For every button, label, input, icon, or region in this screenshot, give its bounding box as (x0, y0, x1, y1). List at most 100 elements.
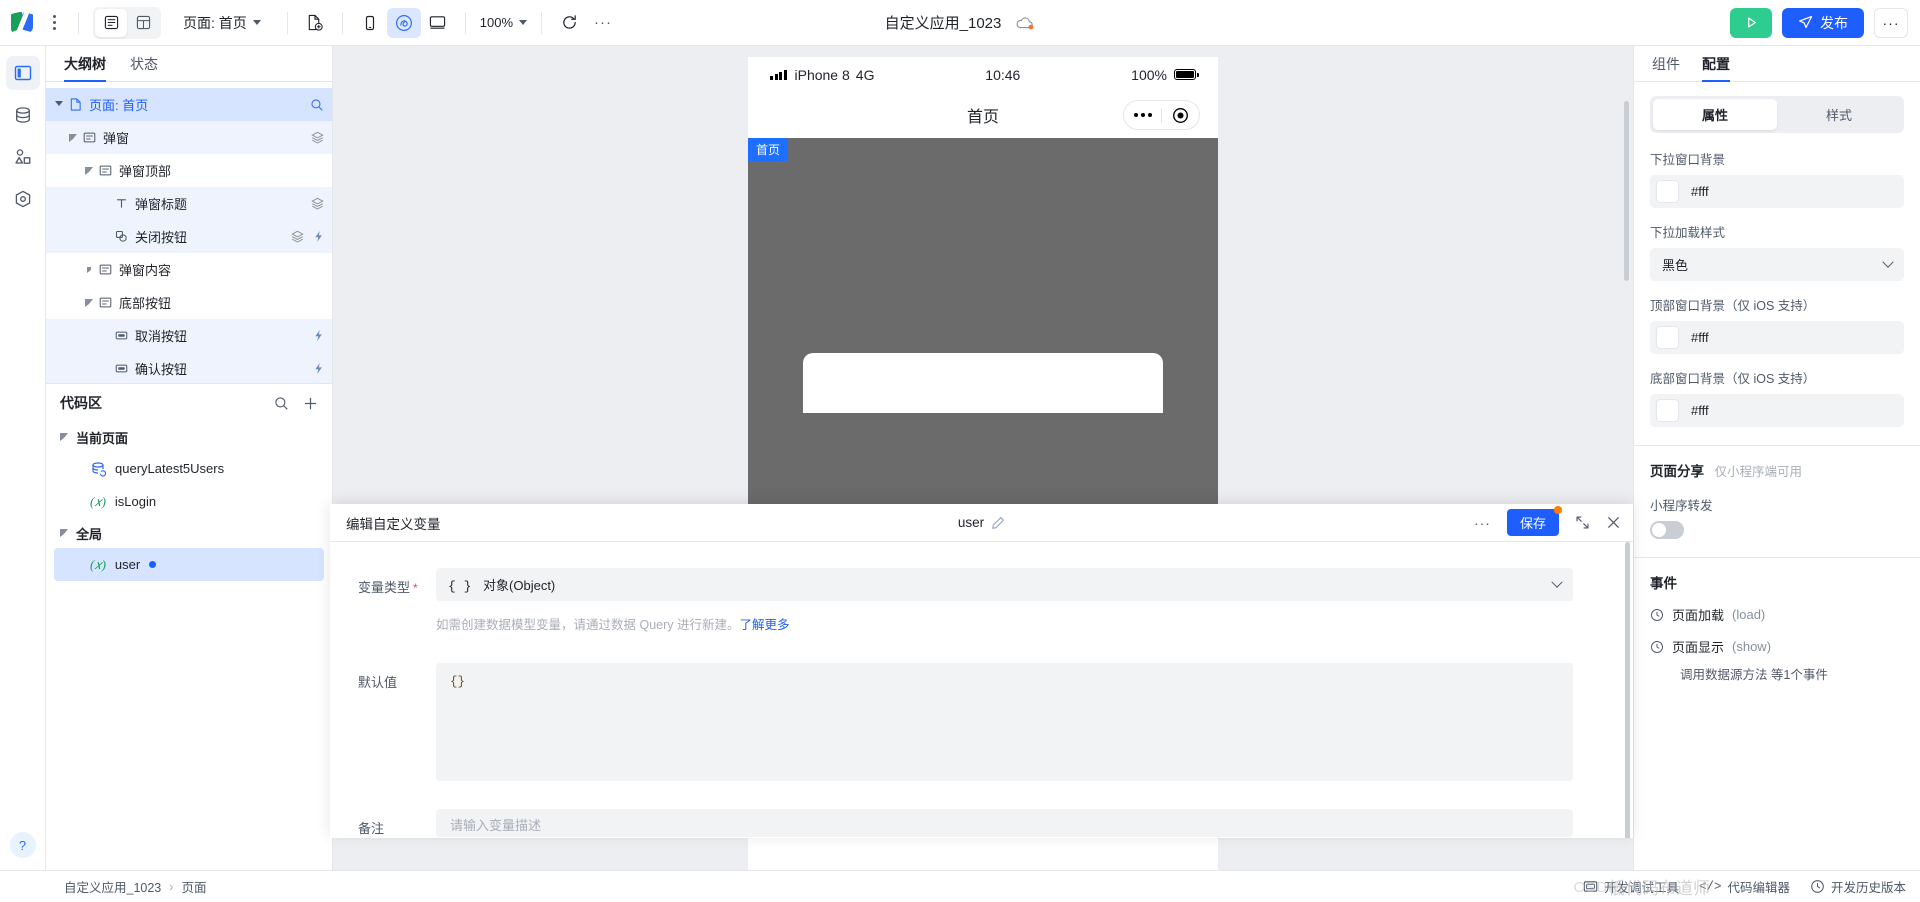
canvas-scrollbar[interactable] (1624, 101, 1629, 281)
page-selector[interactable]: 页面: 首页 (183, 13, 261, 33)
select-loading-style[interactable]: 黑色 (1650, 248, 1904, 281)
event-row-show[interactable]: 页面显示 (show) (1650, 637, 1904, 656)
save-button[interactable]: 保存 (1506, 506, 1562, 536)
tab-attributes[interactable]: 属性 (1653, 99, 1777, 130)
search-icon[interactable] (274, 396, 289, 411)
more-horizontal-icon[interactable]: ··· (586, 8, 620, 38)
chevron-right-icon[interactable] (82, 266, 96, 273)
color-field-dropdown-bg[interactable]: #fff (1650, 175, 1904, 208)
page-badge: 首页 (748, 138, 789, 161)
color-field-bottom-window-bg[interactable]: #fff (1650, 394, 1904, 427)
edit-pencil-icon[interactable] (991, 516, 1005, 530)
chevron-down-icon[interactable] (66, 133, 80, 142)
preview-run-button[interactable] (1730, 7, 1772, 38)
bolt-icon[interactable] (313, 329, 324, 342)
add-page-icon[interactable] (298, 8, 332, 38)
color-swatch[interactable] (1656, 180, 1679, 203)
tab-config[interactable]: 配置 (1702, 54, 1730, 82)
tree-node-footer-buttons[interactable]: 底部按钮 (46, 286, 332, 319)
bolt-icon[interactable] (313, 362, 324, 375)
field-label-top-window-bg: 顶部窗口背景（仅 iOS 支持） (1650, 299, 1816, 313)
layers-panel-icon[interactable] (5, 56, 40, 90)
mobile-device-icon[interactable] (353, 8, 387, 38)
button-icon (112, 329, 130, 342)
code-item-query[interactable]: queryLatest5Users (54, 452, 324, 485)
learn-more-link[interactable]: 了解更多 (740, 618, 790, 632)
grid-view-icon[interactable] (127, 9, 159, 37)
select-variable-type[interactable]: { } 对象(Object) (436, 568, 1573, 601)
code-item-user[interactable]: (𝑥) user (54, 548, 324, 581)
tree-search-icon[interactable] (310, 98, 324, 112)
settings-hex-icon[interactable] (6, 182, 40, 216)
list-view-icon[interactable] (95, 8, 127, 37)
event-name: 页面显示 (1672, 640, 1725, 655)
layers-icon[interactable] (291, 230, 304, 243)
breadcrumb: 自定义应用_1023 › 页面 (64, 877, 206, 896)
code-area-title: 代码区 (60, 395, 102, 411)
tree-node-popup-title[interactable]: 弹窗标题 (46, 187, 332, 220)
tab-components[interactable]: 组件 (1652, 54, 1680, 81)
tree-node-popup-top[interactable]: 弹窗顶部 (46, 154, 332, 187)
event-row-load[interactable]: 页面加载 (load) (1650, 605, 1904, 624)
tree-node-popup-content[interactable]: 弹窗内容 (46, 253, 332, 286)
color-value: #fff (1691, 330, 1709, 345)
more-horizontal-icon[interactable]: ··· (1474, 515, 1491, 531)
color-swatch[interactable] (1656, 399, 1679, 422)
help-button[interactable]: ? (9, 832, 36, 858)
color-field-top-window-bg[interactable]: #fff (1650, 321, 1904, 354)
publish-button[interactable]: 发布 (1782, 7, 1864, 38)
tree-node-label: 弹窗顶部 (119, 164, 172, 179)
capsule-more-icon[interactable] (1124, 113, 1161, 117)
divider (286, 11, 288, 34)
chevron-down-icon[interactable] (82, 166, 96, 175)
modal-scrollbar[interactable] (1625, 542, 1630, 838)
close-icon[interactable] (1606, 515, 1621, 530)
wechat-miniprogram-icon[interactable] (386, 7, 421, 38)
plus-icon[interactable] (303, 396, 318, 411)
top-toolbar: 页面: 首页 100% ··· 自定义应用_1023 发布 ··· (0, 0, 1920, 46)
database-icon[interactable] (6, 98, 40, 132)
chevron-down-icon (1882, 256, 1894, 268)
layers-icon[interactable] (311, 197, 324, 210)
tab-state[interactable]: 状态 (130, 54, 158, 81)
color-value: #fff (1691, 403, 1709, 418)
chevron-down-icon[interactable] (52, 100, 66, 109)
code-item-islogin[interactable]: (𝑥) isLogin (54, 485, 324, 518)
refresh-icon[interactable] (552, 8, 586, 38)
zoom-selector[interactable]: 100% (480, 15, 528, 30)
layers-icon[interactable] (311, 131, 324, 144)
tab-outline-tree[interactable]: 大纲树 (64, 54, 106, 82)
main-body: ? 大纲树 状态 页面: 首页 弹窗 弹窗顶部 弹窗标题 关闭按钮 弹窗内容 底… (0, 46, 1920, 870)
bolt-icon[interactable] (313, 230, 324, 243)
tab-styles[interactable]: 样式 (1777, 99, 1901, 130)
components-icon[interactable] (6, 140, 40, 174)
code-group-current-page[interactable]: 当前页面 (46, 422, 332, 452)
breadcrumb-page[interactable]: 页面 (181, 877, 206, 896)
tree-node-page[interactable]: 页面: 首页 (46, 88, 332, 121)
forward-toggle[interactable] (1650, 521, 1684, 539)
capsule-target-icon[interactable] (1162, 107, 1199, 124)
devtools-button[interactable]: 开发调试工具 (1583, 877, 1679, 896)
code-editor-button[interactable]: </> 代码编辑器 (1699, 877, 1790, 896)
code-group-global[interactable]: 全局 (46, 518, 332, 548)
tree-node-cancel-button[interactable]: 取消按钮 (46, 319, 332, 352)
divider (464, 11, 466, 34)
chevron-down-icon[interactable] (82, 298, 96, 307)
tree-node-popup[interactable]: 弹窗 (46, 121, 332, 154)
attribute-style-switch: 属性 样式 (1650, 96, 1904, 133)
history-button[interactable]: 开发历史版本 (1810, 877, 1906, 896)
app-menu-icon[interactable] (46, 15, 62, 30)
breadcrumb-app[interactable]: 自定义应用_1023 (64, 877, 161, 896)
tree-node-confirm-button[interactable]: 确认按钮 (46, 352, 332, 383)
event-sub-label[interactable]: 调用数据源方法 等1个事件 (1680, 664, 1904, 683)
expand-diagonal-icon[interactable] (1575, 515, 1590, 530)
tree-node-close-button[interactable]: 关闭按钮 (46, 220, 332, 253)
note-input[interactable]: 请输入变量描述 (436, 809, 1573, 837)
desktop-device-icon[interactable] (421, 8, 455, 38)
control-default-value: {} (436, 663, 1573, 781)
more-options-button[interactable]: ··· (1874, 7, 1908, 38)
code-item-label: queryLatest5Users (115, 461, 225, 476)
default-value-editor[interactable]: {} (436, 663, 1573, 781)
color-swatch[interactable] (1656, 326, 1679, 349)
app-logo[interactable] (0, 10, 46, 35)
